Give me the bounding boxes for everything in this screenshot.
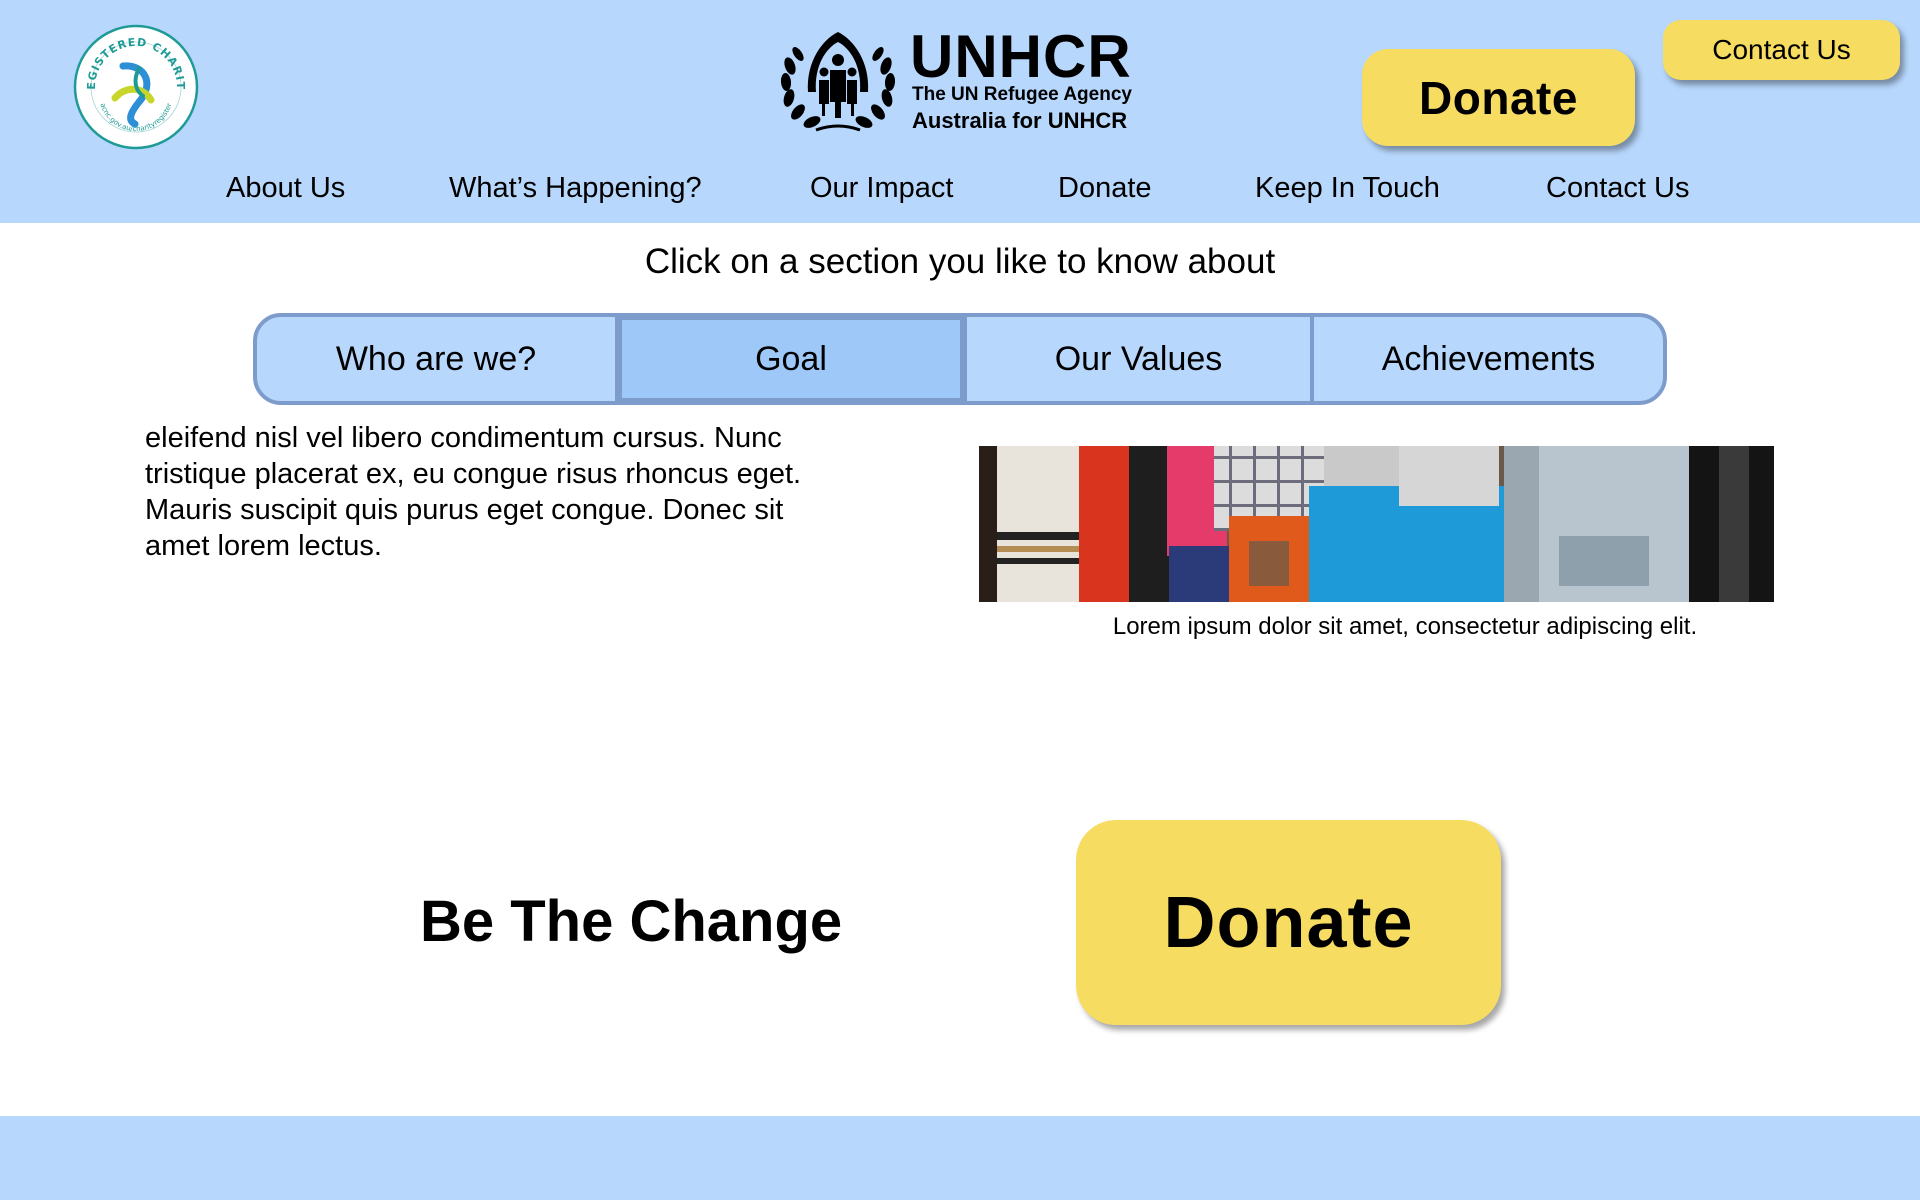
header-donate-button[interactable]: Donate [1362, 49, 1635, 146]
site-footer [0, 1116, 1920, 1200]
unhcr-logo[interactable]: UNHCR The UN Refugee Agency Australia fo… [776, 23, 1148, 136]
nav-item-donate[interactable]: Donate [1058, 172, 1152, 205]
tab-our-values[interactable]: Our Values [967, 317, 1314, 401]
logo-title: UNHCR [910, 23, 1132, 90]
section-tabs: Who are we? Goal Our Values Achievements [253, 313, 1667, 405]
refugees-photo [979, 446, 1774, 602]
tab-goal[interactable]: Goal [619, 317, 967, 401]
site-header: REGISTERED CHARITY acnc.gov.au/charityre… [0, 0, 1920, 223]
goal-body-text: eleifend nisl vel libero condimentum cur… [145, 422, 802, 562]
cta-donate-button[interactable]: Donate [1076, 820, 1501, 1025]
nav-item-about-us[interactable]: About Us [226, 172, 345, 205]
nav-item-our-impact[interactable]: Our Impact [810, 172, 953, 205]
main-nav: About Us What’s Happening? Our Impact Do… [0, 172, 1920, 214]
logo-subtitle-country: Australia for UNHCR [912, 108, 1128, 133]
cta-title: Be The Change [420, 889, 843, 954]
section-prompt: Click on a section you like to know abou… [644, 242, 1276, 281]
tab-who-are-we[interactable]: Who are we? [257, 317, 619, 401]
photo-caption: Lorem ipsum dolor sit amet, consectetur … [1112, 613, 1698, 640]
header-contact-button[interactable]: Contact Us [1663, 20, 1900, 80]
nav-item-whats-happening[interactable]: What’s Happening? [449, 172, 702, 205]
unhcr-emblem-icon [776, 26, 900, 136]
tab-achievements[interactable]: Achievements [1314, 317, 1663, 401]
nav-item-contact-us[interactable]: Contact Us [1546, 172, 1689, 205]
registered-charity-badge-icon[interactable]: REGISTERED CHARITY acnc.gov.au/charityre… [68, 14, 199, 150]
nav-item-keep-in-touch[interactable]: Keep In Touch [1255, 172, 1440, 205]
logo-subtitle: The UN Refugee Agency [912, 84, 1132, 105]
